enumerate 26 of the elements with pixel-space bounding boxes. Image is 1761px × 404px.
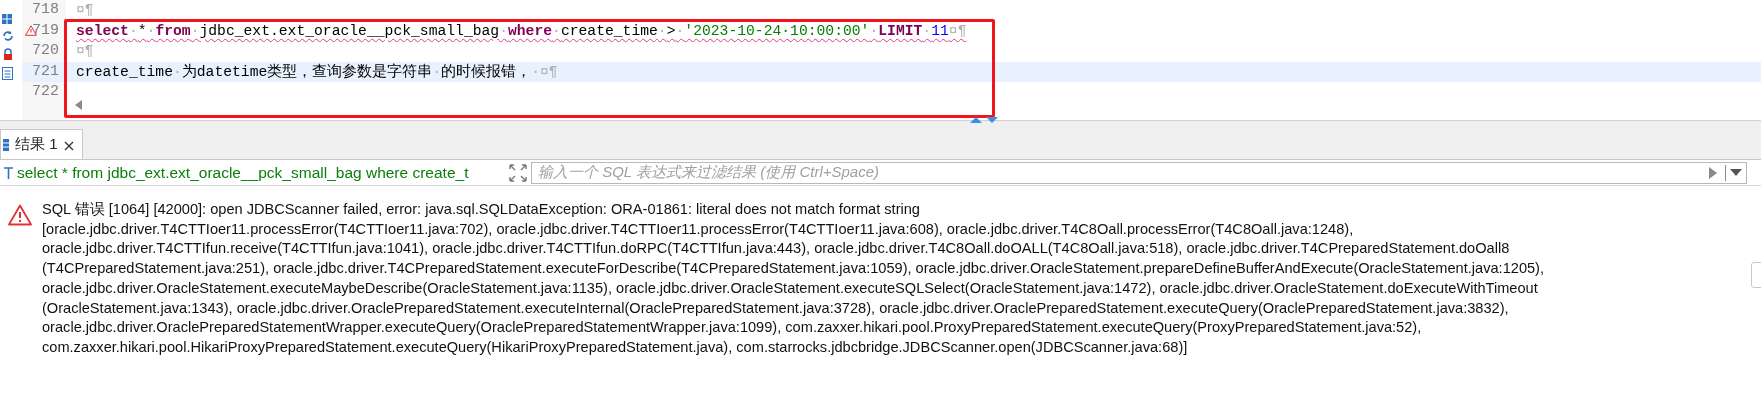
line-number: 722 — [32, 82, 59, 102]
line-number: 721 — [32, 61, 59, 82]
document-icon[interactable] — [2, 67, 13, 80]
error-message: SQL 错误 [1064] [42000]: open JDBCScanner failed, error: java.sql.SQLDataException: ORA-01861: literal does not match format string [oracle.jdbc.driver.T4CTTIoer11.processError(T4CTTIoer11.java:702), oracle.jdbc.driver.T4CTTIoer11.processError(T4CTTIoer11.java:608), oracle.jdbc.driver.T4C8Oall.processError(T4C8Oall.java:1248), oracle.jdbc.driver.T4CTTIfun.receive(T4CTTIfun.java:1041), oracle.jdbc.driver.T4CTTIfun.doRPC(T4CTTIfun.java:443), oracle.jdbc.driver.T4C8Oall.doOALL(T4C8Oall.java:518), oracle.jdbc.driver.T4CPreparedStatement.doOall8 (T4CPreparedStatement.java:251), oracle.jdbc.driver.T4CPreparedStatement.executeForDescribe(T4CPreparedStatement.java:1059), oracle.jdbc.driver.OracleStatement.prepareDefineBufferAndExecute(OracleStatement.java:1205), oracle.jdbc.driver.OracleStatement.executeMaybeDescribe(OracleStatement.java:1135), oracle.jdbc.driver.OracleStatement.executeSQLSelect(OracleStatement.java:1472), oracle.jdbc.driver.OracleStatement.doExecuteWithTimeout (OracleStatement.java:1343), oracle.jdbc.driver.OraclePreparedStatement.executeInternal(OraclePreparedStatement.java:3728), oracle.jdbc.driver.OraclePreparedStatement.executeQuery(OraclePreparedStatement.java:3832), oracle.jdbc.driver.OraclePreparedStatementWrapper.executeQuery(OraclePreparedStatementWrapper.java:1099), com.zaxxer.hikari.pool.ProxyPreparedStatement.executeQuery(ProxyPreparedStatement.java:52), com.zaxxer.hikari.pool.HikariProxyPreparedStatement.executeQuery(HikariProxyPreparedStatement.java), com.starrocks.jdbcbridge.JDBCScanner.open(JDBCScanner.java:68)] — [42, 200, 1545, 357]
refresh-icon[interactable] — [2, 30, 14, 42]
expand-icon[interactable] — [509, 163, 527, 182]
warning-icon — [8, 204, 32, 226]
code-line: select·*·from·jdbc_ext.ext_oracle__pck_small_bag·where·create_time·>·'2023-10-24·10:00:00'·LIMIT·11¤¶ — [76, 22, 967, 39]
result-tab[interactable]: 结果 1 — [0, 129, 83, 159]
code-line: ¤¶ — [76, 2, 94, 18]
collapse-up-icon[interactable] — [970, 117, 982, 123]
grid-icon — [3, 137, 9, 152]
line-number: 720 — [32, 41, 59, 61]
dropdown-icon[interactable] — [1730, 169, 1742, 176]
line-number: 719 — [32, 20, 59, 41]
query-text: select * from jdbc_ext.ext_oracle__pck_small_bag where create_t — [17, 162, 470, 183]
code-line: ¤¶ — [76, 43, 94, 59]
grid-icon[interactable] — [2, 14, 12, 24]
lock-icon[interactable] — [2, 48, 14, 61]
line-number: 718 — [32, 0, 59, 20]
scroll-left-icon[interactable] — [75, 100, 83, 110]
expand-down-icon[interactable] — [986, 117, 998, 123]
code-line: create_time·为datetime类型，查询参数是字符串·的时候报错，·¤¶ — [76, 63, 558, 80]
text-type-icon — [4, 166, 13, 179]
close-icon[interactable] — [63, 141, 74, 152]
play-icon[interactable] — [1709, 166, 1717, 179]
